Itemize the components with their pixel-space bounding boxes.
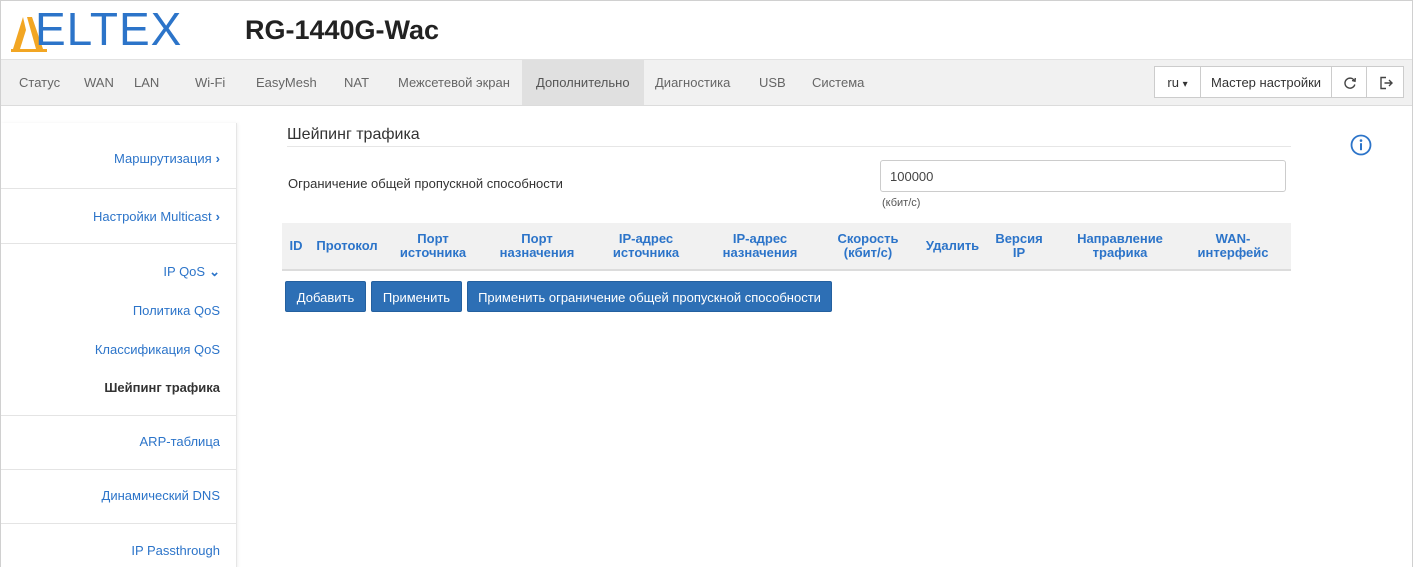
- sidebar-item-dynamic-dns[interactable]: Динамический DNS: [1, 488, 236, 503]
- title-divider: [287, 146, 1291, 147]
- header: ELTEX RG-1440G-Wac: [1, 1, 1412, 60]
- logout-button[interactable]: [1366, 66, 1404, 98]
- sidebar: Маршрутизация › Настройки Multicast › IP Q…: [1, 123, 237, 567]
- sidebar-divider: [1, 415, 236, 416]
- tab-advanced[interactable]: Дополнительно: [522, 60, 644, 105]
- column-header-protocol: Протокол: [316, 238, 378, 253]
- sidebar-item-routing[interactable]: Маршрутизация ›: [1, 151, 236, 166]
- apply-button[interactable]: Применить: [371, 281, 462, 312]
- bandwidth-limit-unit: (кбит/с): [882, 197, 921, 209]
- sidebar-subitem-qos-policy[interactable]: Политика QoS: [1, 303, 236, 318]
- sidebar-item-ip-passthrough[interactable]: IP Passthrough: [1, 543, 236, 558]
- refresh-button[interactable]: [1331, 66, 1367, 98]
- column-header-destination-ip: IP-адрес назначения: [722, 231, 798, 260]
- logout-icon: [1380, 76, 1393, 90]
- column-header-speed: Скорость (кбит/с): [837, 231, 899, 260]
- info-icon[interactable]: [1350, 134, 1372, 156]
- sidebar-item-multicast[interactable]: Настройки Multicast ›: [1, 209, 236, 224]
- tab-diagnostics[interactable]: Диагностика: [647, 60, 738, 105]
- chevron-down-icon: ▾: [1182, 79, 1188, 90]
- device-model-title: RG-1440G-Wac: [245, 15, 440, 45]
- apply-bandwidth-limit-button[interactable]: Применить ограничение общей пропускной с…: [467, 281, 832, 312]
- sidebar-item-label: IP QoS: [163, 264, 206, 279]
- app-frame: ELTEX RG-1440G-Wac Статус WAN LAN Wi-Fi …: [0, 0, 1413, 567]
- bandwidth-limit-label: Ограничение общей пропускной способности: [288, 176, 563, 191]
- sidebar-item-arp-table[interactable]: ARP-таблица: [1, 434, 236, 449]
- column-header-source-port: Порт источника: [399, 231, 467, 260]
- column-header-source-ip: IP-адрес источника: [612, 231, 680, 260]
- page-title: Шейпинг трафика: [287, 126, 420, 143]
- sidebar-divider: [1, 243, 236, 244]
- column-header-id: ID: [289, 238, 303, 253]
- column-header-delete: Удалить: [925, 238, 980, 253]
- setup-wizard-button[interactable]: Мастер настройки: [1200, 66, 1332, 98]
- sidebar-divider: [1, 523, 236, 524]
- tab-status[interactable]: Статус: [11, 60, 68, 105]
- sidebar-item-label: Настройки Multicast: [93, 209, 212, 224]
- chevron-right-icon: ›: [215, 209, 220, 224]
- sidebar-divider: [1, 188, 236, 189]
- shaping-table-header: ID Протокол Порт источника Порт назначения…: [282, 223, 1291, 271]
- column-header-traffic-direction: Направление трафика: [1077, 231, 1163, 260]
- language-selector[interactable]: ru ▾: [1154, 66, 1201, 98]
- tab-usb[interactable]: USB: [751, 60, 794, 105]
- refresh-icon: [1344, 77, 1356, 89]
- column-header-destination-port: Порт назначения: [499, 231, 575, 260]
- tab-firewall[interactable]: Межсетевой экран: [390, 60, 518, 105]
- chevron-right-icon: ›: [215, 151, 220, 166]
- sidebar-item-ip-qos[interactable]: IP QoS ⌄: [1, 264, 236, 280]
- language-value: ru: [1167, 75, 1179, 90]
- tab-wan[interactable]: WAN: [76, 60, 122, 105]
- column-header-wan-interface: WAN-интерфейс: [1197, 231, 1269, 260]
- tab-easymesh[interactable]: EasyMesh: [248, 60, 325, 105]
- bandwidth-limit-input[interactable]: [880, 160, 1286, 192]
- top-navigation: Статус WAN LAN Wi-Fi EasyMesh NAT Межсет…: [1, 60, 1412, 106]
- logo-text: ELTEX: [35, 3, 183, 55]
- sidebar-divider: [1, 469, 236, 470]
- tab-wifi[interactable]: Wi-Fi: [187, 60, 233, 105]
- tab-nat[interactable]: NAT: [336, 60, 377, 105]
- add-button[interactable]: Добавить: [285, 281, 366, 312]
- chevron-down-icon: ⌄: [209, 264, 220, 279]
- sidebar-item-label: Маршрутизация: [114, 151, 212, 166]
- sidebar-subitem-traffic-shaping[interactable]: Шейпинг трафика: [1, 380, 236, 395]
- column-header-ip-version: Версия IP: [995, 231, 1043, 260]
- sidebar-subitem-qos-classification[interactable]: Классификация QoS: [1, 342, 236, 357]
- eltex-logo: ELTEX: [9, 3, 189, 55]
- setup-wizard-label: Мастер настройки: [1210, 75, 1322, 90]
- tab-system[interactable]: Система: [804, 60, 872, 105]
- tab-lan[interactable]: LAN: [126, 60, 167, 105]
